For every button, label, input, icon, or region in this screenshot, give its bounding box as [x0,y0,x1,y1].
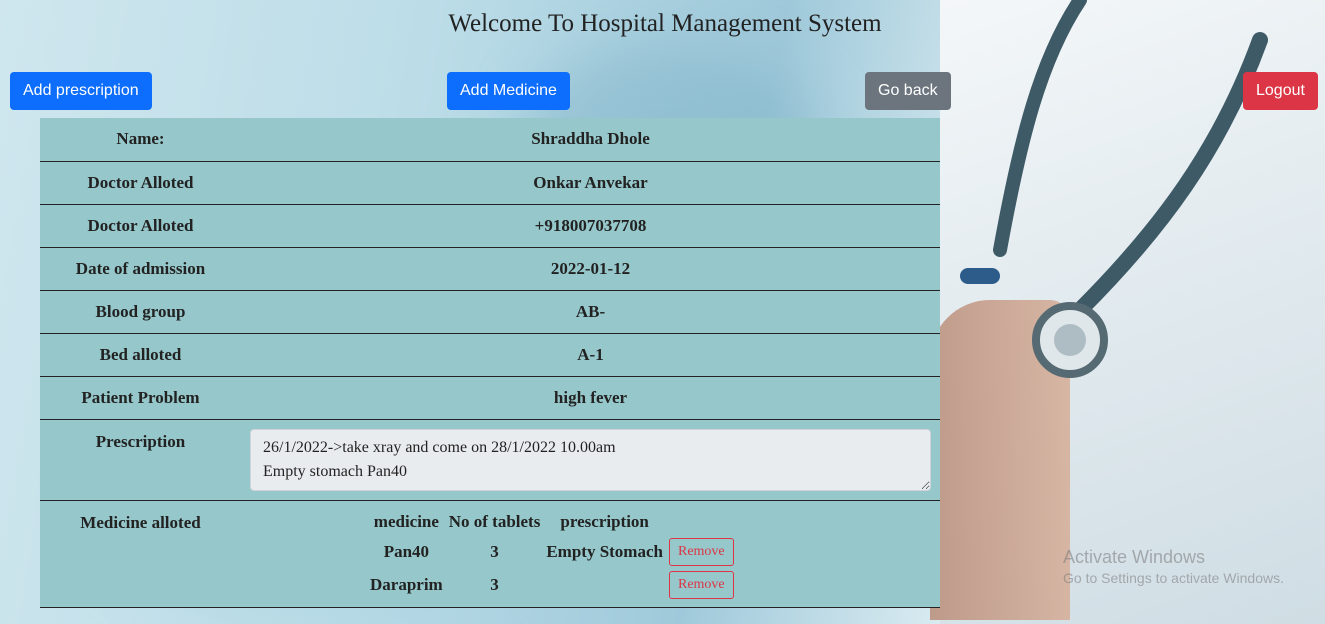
watermark-title: Activate Windows [1063,547,1206,567]
prescription-header: prescription [560,511,649,531]
watermark-subtitle: Go to Settings to activate Windows. [1063,570,1284,586]
row-value: AB- [241,290,940,334]
row-value: high fever [241,376,940,420]
medicine-list-item: Pan40 3 Empty Stomach Remove [367,536,737,569]
medicine-tablets: 3 [490,575,499,594]
table-row: Blood group AB- [40,290,940,334]
medicine-prescription: Empty Stomach [546,542,663,561]
table-row: Doctor Alloted +918007037708 [40,204,940,248]
row-value: Shraddha Dhole [241,118,940,162]
logout-button[interactable]: Logout [1243,72,1318,110]
prescription-row: Prescription 26/1/2022->take xray and co… [40,419,940,501]
stethoscope-icon [960,0,1268,378]
medicine-name: Pan40 [383,542,430,561]
medicine-row: Medicine alloted medicine No of tablets … [40,500,940,608]
add-medicine-button[interactable]: Add Medicine [447,72,570,110]
table-row: Doctor Alloted Onkar Anvekar [40,161,940,205]
medicine-header: medicine [373,511,439,531]
page-title: Welcome To Hospital Management System [448,10,882,37]
medicine-tablets: 3 [490,542,499,561]
prescription-label: Prescription [40,419,241,501]
row-label: Blood group [40,290,241,334]
row-value: A-1 [241,333,940,377]
table-row: Patient Problem high fever [40,376,940,420]
go-back-button[interactable]: Go back [865,72,951,110]
row-label: Patient Problem [40,376,241,420]
row-label: Doctor Alloted [40,161,241,205]
row-label: Name: [40,118,241,162]
row-label: Doctor Alloted [40,204,241,248]
medicine-list-item: Daraprim 3 Remove [367,569,737,602]
remove-medicine-button[interactable]: Remove [668,571,734,599]
medicine-table: medicine No of tablets prescription Pan4… [367,508,737,602]
patient-details-table: Name: Shraddha Dhole Doctor Alloted Onka… [40,118,940,608]
medicine-label: Medicine alloted [40,500,241,608]
activate-windows-watermark: Activate Windows Go to Settings to activ… [1063,547,1284,586]
add-prescription-button[interactable]: Add prescription [10,72,152,110]
table-row: Date of admission 2022-01-12 [40,247,940,291]
medicine-prescription [543,569,666,602]
table-row: Name: Shraddha Dhole [40,118,940,162]
table-row: Bed alloted A-1 [40,333,940,377]
row-value: +918007037708 [241,204,940,248]
medicine-name: Daraprim [370,575,443,594]
row-label: Bed alloted [40,333,241,377]
row-value: 2022-01-12 [241,247,940,291]
row-value: Onkar Anvekar [241,161,940,205]
tablets-header: No of tablets [448,511,541,531]
row-label: Date of admission [40,247,241,291]
prescription-textarea[interactable]: 26/1/2022->take xray and come on 28/1/20… [250,428,931,491]
remove-medicine-button[interactable]: Remove [668,538,734,566]
